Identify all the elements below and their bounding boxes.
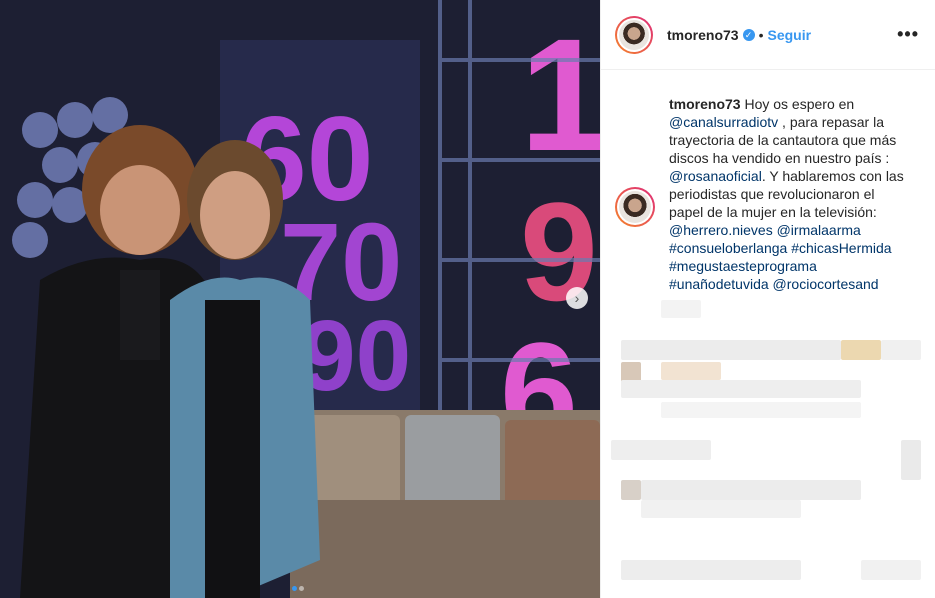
caption-segment: Hoy os espero en (740, 96, 855, 112)
next-photo-button[interactable]: › (566, 287, 588, 309)
post-photo[interactable]: 60 70 90 1 9 6 (0, 0, 600, 598)
post-header: tmoreno73 ✓ • Seguir ••• (601, 0, 935, 70)
carousel-indicator (291, 578, 305, 596)
caption-avatar[interactable] (615, 187, 655, 227)
more-options-icon[interactable]: ••• (897, 24, 919, 45)
hashtag-link[interactable]: #megustaesteprograma (669, 258, 817, 274)
author-username[interactable]: tmoreno73 (667, 27, 739, 43)
carousel-dot (299, 586, 304, 591)
mention-link[interactable]: @irmalaarma (777, 222, 861, 238)
avatar-image (619, 191, 651, 223)
chevron-right-icon: › (574, 290, 580, 306)
separator: • (758, 26, 764, 43)
hashtag-link[interactable]: #unañodetuvida (669, 276, 769, 292)
author-avatar[interactable] (615, 15, 653, 54)
post-caption: tmoreno73 Hoy os espero en @canalsurradi… (615, 95, 907, 293)
caption-username[interactable]: tmoreno73 (669, 96, 741, 112)
caption-text: tmoreno73 Hoy os espero en @canalsurradi… (669, 95, 907, 293)
carousel-dot (292, 586, 297, 591)
avatar-image (619, 19, 649, 50)
svg-text:90: 90 (300, 300, 411, 412)
mention-link[interactable]: @canalsurradiotv (669, 114, 778, 130)
hashtag-link[interactable]: #chicasHermida (791, 240, 891, 256)
svg-text:1: 1 (520, 5, 600, 184)
mention-link[interactable]: @rociocortesand (773, 276, 879, 292)
post-side-panel: tmoreno73 ✓ • Seguir ••• tmoreno73 Hoy o… (600, 0, 935, 598)
mention-link[interactable]: @herrero.nieves (669, 222, 773, 238)
photo-scene: 60 70 90 1 9 6 (0, 0, 600, 598)
hashtag-link[interactable]: #consueloberlanga (669, 240, 787, 256)
follow-button[interactable]: Seguir (767, 27, 811, 43)
svg-text:9: 9 (520, 173, 598, 330)
verified-badge-icon: ✓ (742, 28, 755, 41)
mention-link[interactable]: @rosanaoficial (669, 168, 762, 184)
